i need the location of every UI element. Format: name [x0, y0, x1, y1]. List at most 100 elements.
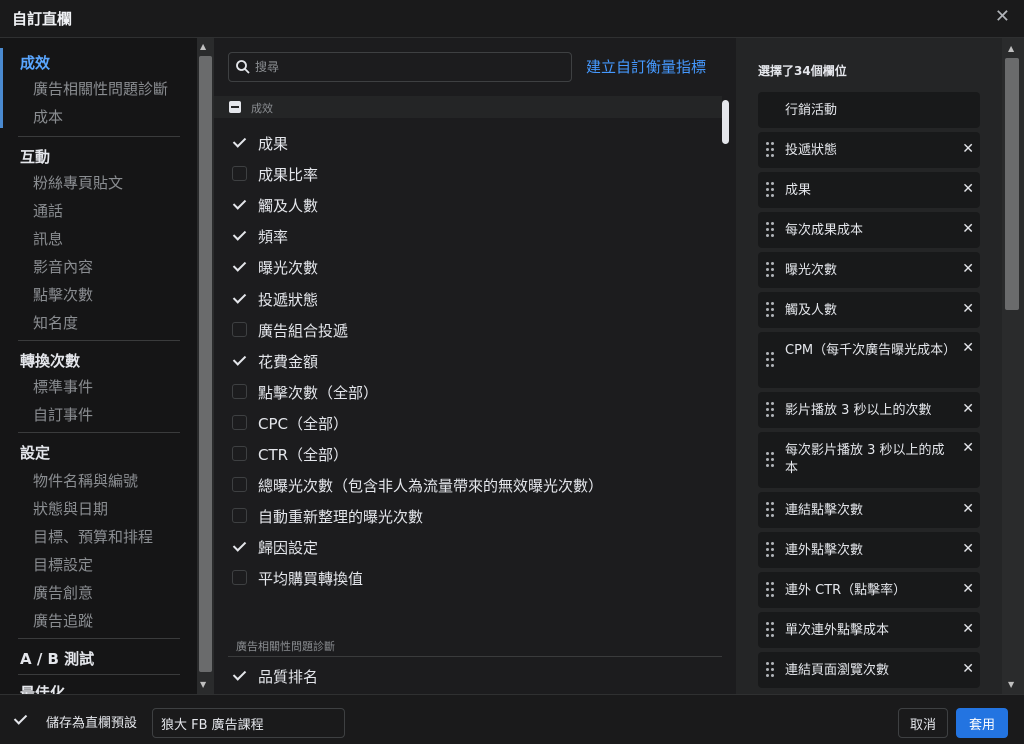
collapse-icon[interactable]	[229, 101, 241, 113]
metrics-scroll-thumb[interactable]	[722, 100, 729, 144]
nav-item[interactable]: 廣告創意	[33, 582, 93, 603]
drag-handle-icon[interactable]	[766, 542, 774, 558]
metric-row[interactable]: CPC（全部）	[232, 411, 712, 435]
selected-column-chip[interactable]: 連結頁面瀏覽次數 ✕	[758, 652, 980, 688]
selected-column-chip[interactable]: 投遞狀態 ✕	[758, 132, 980, 168]
selected-scroll-thumb[interactable]	[1005, 58, 1019, 310]
drag-handle-icon[interactable]	[766, 662, 774, 678]
preset-name-input[interactable]	[152, 708, 345, 738]
nav-item[interactable]: 自訂事件	[33, 404, 93, 425]
selected-column-chip[interactable]: 每次影片播放 3 秒以上的成本 ✕	[758, 432, 980, 488]
nav-item[interactable]: 物件名稱與編號	[33, 470, 138, 491]
close-icon[interactable]: ✕	[995, 6, 1010, 27]
nav-item[interactable]: 標準事件	[33, 376, 93, 397]
remove-icon[interactable]: ✕	[962, 141, 974, 157]
create-custom-metric-link[interactable]: 建立自訂衡量指標	[586, 56, 706, 77]
remove-icon[interactable]: ✕	[962, 661, 974, 677]
selected-column-chip[interactable]: 曝光次數 ✕	[758, 252, 980, 288]
nav-scrollbar[interactable]: ▲ ▼	[197, 38, 214, 694]
metric-checkbox[interactable]	[232, 291, 247, 306]
nav-item[interactable]: 狀態與日期	[33, 498, 108, 519]
remove-icon[interactable]: ✕	[962, 501, 974, 517]
metric-checkbox[interactable]	[232, 415, 247, 430]
remove-icon[interactable]: ✕	[962, 401, 974, 417]
metric-checkbox[interactable]	[232, 228, 247, 243]
nav-item[interactable]: 訊息	[33, 228, 63, 249]
drag-handle-icon[interactable]	[766, 452, 774, 468]
nav-section-1[interactable]: 互動	[20, 146, 50, 167]
drag-handle-icon[interactable]	[766, 142, 774, 158]
nav-item[interactable]: 目標設定	[33, 554, 93, 575]
selected-column-chip[interactable]: CPM（每千次廣告曝光成本） ✕	[758, 332, 980, 388]
metric-row[interactable]: 曝光次數	[232, 255, 712, 279]
metric-row[interactable]: 成果比率	[232, 162, 712, 186]
selected-column-chip[interactable]: 觸及人數 ✕	[758, 292, 980, 328]
nav-item[interactable]: 粉絲專頁貼文	[33, 172, 123, 193]
nav-item[interactable]: 知名度	[33, 312, 78, 333]
remove-icon[interactable]: ✕	[962, 221, 974, 237]
remove-icon[interactable]: ✕	[962, 301, 974, 317]
nav-item[interactable]: 廣告追蹤	[33, 610, 93, 631]
drag-handle-icon[interactable]	[766, 502, 774, 518]
selected-column-chip[interactable]: 連外點擊次數 ✕	[758, 532, 980, 568]
metric-row[interactable]: 自動重新整理的曝光次數	[232, 504, 712, 528]
metric-row[interactable]: 歸因設定	[232, 535, 712, 559]
metric-checkbox[interactable]	[232, 446, 247, 461]
metric-row[interactable]: 成果	[232, 131, 712, 155]
nav-section-4[interactable]: A / B 測試	[20, 648, 94, 669]
nav-scroll-thumb[interactable]	[199, 56, 212, 672]
scroll-up-icon[interactable]: ▲	[200, 42, 206, 51]
nav-section-0[interactable]: 成效	[20, 52, 50, 73]
metric-row[interactable]: 觸及人數	[232, 193, 712, 217]
selected-scrollbar[interactable]: ▲ ▼	[1002, 38, 1024, 694]
remove-icon[interactable]: ✕	[962, 181, 974, 197]
selected-column-chip[interactable]: 每次成果成本 ✕	[758, 212, 980, 248]
remove-icon[interactable]: ✕	[962, 340, 974, 356]
metric-row[interactable]: 品質排名	[232, 664, 712, 688]
metric-checkbox[interactable]	[232, 259, 247, 274]
metric-checkbox[interactable]	[232, 477, 247, 492]
search-box[interactable]	[228, 52, 572, 82]
nav-item[interactable]: 廣告相關性問題診斷	[33, 78, 168, 99]
drag-handle-icon[interactable]	[766, 582, 774, 598]
metric-checkbox[interactable]	[232, 570, 247, 585]
nav-item[interactable]: 點擊次數	[33, 284, 93, 305]
drag-handle-icon[interactable]	[766, 302, 774, 318]
metric-row[interactable]: 總曝光次數（包含非人為流量帶來的無效曝光次數）	[232, 473, 712, 497]
metric-row[interactable]: 投遞狀態	[232, 287, 712, 311]
metric-checkbox[interactable]	[232, 668, 247, 683]
metric-row[interactable]: CTR（全部）	[232, 442, 712, 466]
selected-column-chip[interactable]: 單次連外點擊成本 ✕	[758, 612, 980, 648]
metric-checkbox[interactable]	[232, 539, 247, 554]
metric-row[interactable]: 花費金額	[232, 349, 712, 373]
nav-item[interactable]: 成本	[33, 106, 63, 127]
selected-column-chip[interactable]: 連外 CTR（點擊率） ✕	[758, 572, 980, 608]
group-header-performance[interactable]: 成效	[214, 96, 722, 118]
cancel-button[interactable]: 取消	[898, 708, 948, 738]
metric-checkbox[interactable]	[232, 322, 247, 337]
selected-column-chip[interactable]: 連結點擊次數 ✕	[758, 492, 980, 528]
drag-handle-icon[interactable]	[766, 222, 774, 238]
drag-handle-icon[interactable]	[766, 402, 774, 418]
metric-checkbox[interactable]	[232, 353, 247, 368]
metric-row[interactable]: 平均購買轉換值	[232, 566, 712, 590]
metric-row[interactable]: 點擊次數（全部）	[232, 380, 712, 404]
drag-handle-icon[interactable]	[766, 262, 774, 278]
drag-handle-icon[interactable]	[766, 352, 774, 368]
metric-checkbox[interactable]	[232, 508, 247, 523]
remove-icon[interactable]: ✕	[962, 440, 974, 456]
nav-item[interactable]: 目標、預算和排程	[33, 526, 153, 547]
remove-icon[interactable]: ✕	[962, 261, 974, 277]
metric-checkbox[interactable]	[232, 197, 247, 212]
selected-column-chip[interactable]: 成果 ✕	[758, 172, 980, 208]
remove-icon[interactable]: ✕	[962, 621, 974, 637]
drag-handle-icon[interactable]	[766, 622, 774, 638]
scroll-down-icon[interactable]: ▼	[1008, 680, 1014, 689]
remove-icon[interactable]: ✕	[962, 581, 974, 597]
metric-row[interactable]: 廣告組合投遞	[232, 318, 712, 342]
metric-checkbox[interactable]	[232, 384, 247, 399]
apply-button[interactable]: 套用	[956, 708, 1008, 738]
nav-item[interactable]: 通話	[33, 200, 63, 221]
metric-checkbox[interactable]	[232, 166, 247, 181]
metric-row[interactable]: 頻率	[232, 224, 712, 248]
